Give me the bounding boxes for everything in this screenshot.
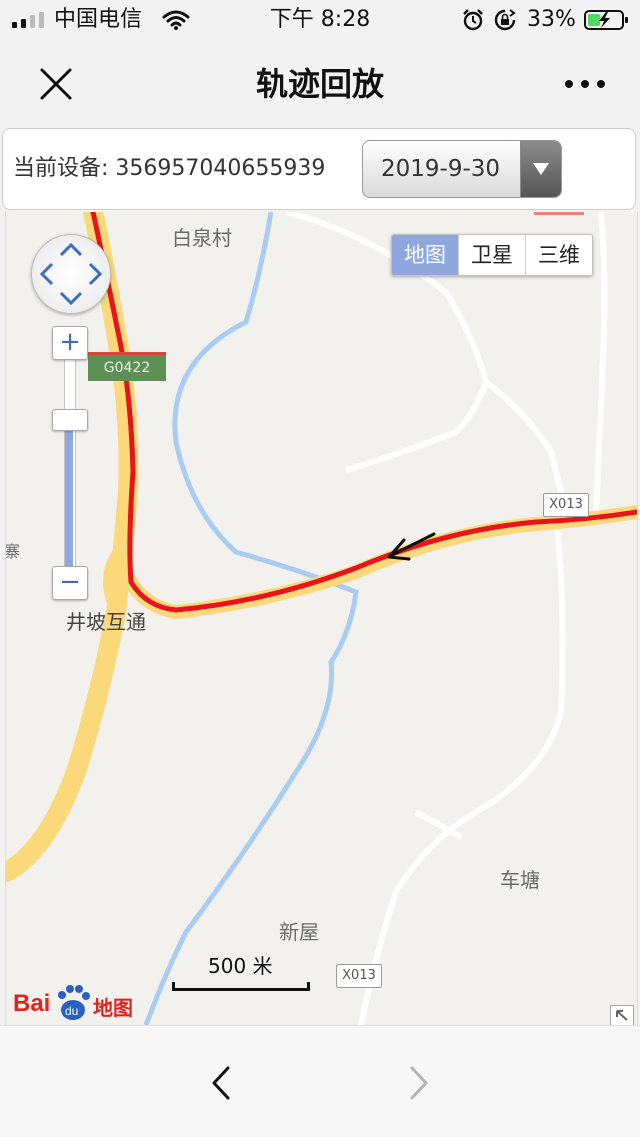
dropdown-arrow[interactable]: [520, 141, 561, 197]
zoom-level-fill: [65, 419, 73, 585]
map-type-switch: 地图 卫星 三维: [391, 234, 593, 276]
chevron-down-icon: [533, 163, 549, 175]
pan-arrows-icon: [39, 242, 103, 306]
device-panel: 当前设备: 356957040655939 2019-9-30: [2, 128, 636, 210]
expand-icon[interactable]: [610, 1005, 634, 1025]
nav-bar: 轨迹回放: [0, 40, 640, 128]
alarm-icon: [463, 9, 483, 31]
pan-control[interactable]: [31, 234, 111, 314]
chevron-left-icon[interactable]: [196, 1058, 246, 1108]
place-label: 白泉村: [172, 226, 232, 250]
chevron-right-icon[interactable]: [394, 1058, 444, 1108]
date-select-value: 2019-9-30: [381, 156, 501, 182]
zoom-slider-handle[interactable]: [52, 409, 88, 431]
svg-text:du: du: [65, 1004, 78, 1018]
road-shield: X013: [543, 493, 589, 517]
paw-icon: du: [58, 985, 90, 1020]
place-label: 车塘: [500, 868, 540, 892]
map-type-satellite[interactable]: 卫星: [458, 235, 525, 275]
road-shield: X013: [336, 964, 382, 988]
scale-bar: [172, 982, 310, 991]
device-label: 当前设备: 356957040655939: [13, 156, 326, 181]
zoom-out-button[interactable]: −: [52, 566, 88, 600]
bottom-toolbar: [0, 1025, 640, 1137]
more-icon[interactable]: [552, 62, 622, 106]
zoom-in-button[interactable]: +: [52, 326, 88, 360]
status-bar: 中国电信 下午 8:28 33%: [0, 0, 640, 40]
map-type-3d[interactable]: 三维: [525, 235, 592, 275]
battery-charging-icon: [584, 10, 628, 30]
place-label: 新屋: [279, 920, 319, 944]
page-title: 轨迹回放: [255, 65, 384, 103]
road-shield: G0422: [88, 352, 166, 381]
place-label: 寨: [5, 542, 21, 561]
battery-percent: 33%: [527, 7, 576, 32]
map-view[interactable]: 白泉村 井坡互通 车塘 新屋 寨 G0422 X013 X013 地图 卫星 三…: [5, 212, 638, 1025]
scale-label: 500 米: [208, 954, 273, 978]
map-type-standard[interactable]: 地图: [392, 235, 458, 275]
rotation-lock-icon: [494, 9, 516, 31]
baidu-map-logo: Bai du 地图: [13, 982, 153, 1022]
date-select[interactable]: 2019-9-30: [362, 140, 562, 198]
place-label: 井坡互通: [66, 610, 146, 634]
